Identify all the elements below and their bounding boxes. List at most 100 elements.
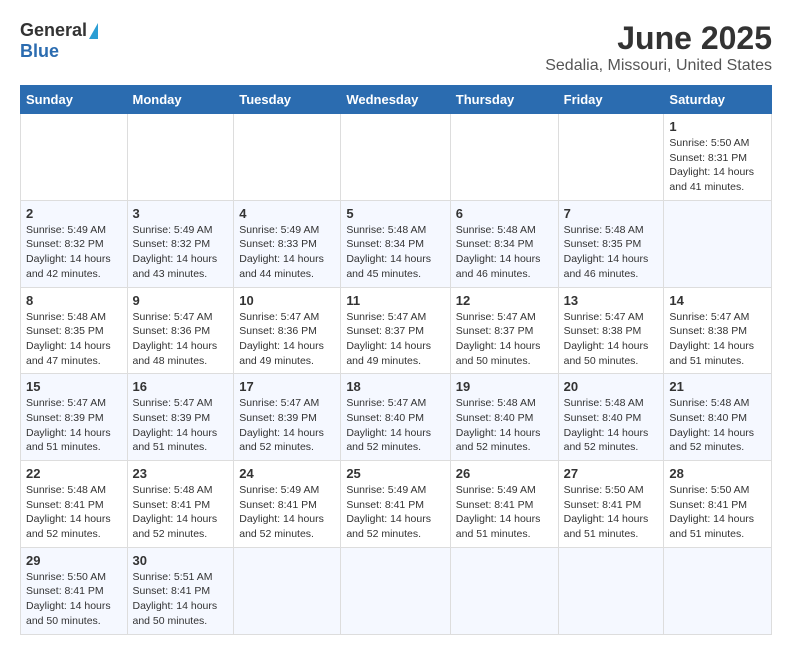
table-row [341, 547, 450, 634]
daylight-hours: and 47 minutes. [26, 354, 122, 369]
col-thursday: Thursday [450, 86, 558, 114]
daylight-hours: and 41 minutes. [669, 180, 766, 195]
sunset-text: Sunset: 8:35 PM [564, 237, 659, 252]
table-row: 2Sunrise: 5:49 AMSunset: 8:32 PMDaylight… [21, 200, 128, 287]
day-info: Sunrise: 5:51 AMSunset: 8:41 PMDaylight:… [133, 570, 229, 629]
table-row: 25Sunrise: 5:49 AMSunset: 8:41 PMDayligh… [341, 461, 450, 548]
sunset-text: Sunset: 8:37 PM [456, 324, 553, 339]
table-row: 14Sunrise: 5:47 AMSunset: 8:38 PMDayligh… [664, 287, 772, 374]
sunset-text: Sunset: 8:32 PM [133, 237, 229, 252]
day-number: 11 [346, 293, 444, 308]
day-info: Sunrise: 5:48 AMSunset: 8:34 PMDaylight:… [456, 223, 553, 282]
table-row: 5Sunrise: 5:48 AMSunset: 8:34 PMDaylight… [341, 200, 450, 287]
table-row: 24Sunrise: 5:49 AMSunset: 8:41 PMDayligh… [234, 461, 341, 548]
daylight-hours: and 48 minutes. [133, 354, 229, 369]
sunrise-text: Sunrise: 5:50 AM [669, 136, 766, 151]
table-row [664, 200, 772, 287]
sunrise-text: Sunrise: 5:48 AM [456, 223, 553, 238]
table-row [234, 547, 341, 634]
daylight-label: Daylight: 14 hours [456, 252, 553, 267]
table-row: 7Sunrise: 5:48 AMSunset: 8:35 PMDaylight… [558, 200, 664, 287]
calendar-week-row: 29Sunrise: 5:50 AMSunset: 8:41 PMDayligh… [21, 547, 772, 634]
table-row [450, 114, 558, 201]
table-row: 12Sunrise: 5:47 AMSunset: 8:37 PMDayligh… [450, 287, 558, 374]
daylight-label: Daylight: 14 hours [239, 339, 335, 354]
logo: General Blue [20, 20, 98, 62]
day-info: Sunrise: 5:48 AMSunset: 8:35 PMDaylight:… [26, 310, 122, 369]
day-number: 28 [669, 466, 766, 481]
daylight-label: Daylight: 14 hours [346, 512, 444, 527]
daylight-label: Daylight: 14 hours [564, 339, 659, 354]
daylight-hours: and 52 minutes. [669, 440, 766, 455]
sunrise-text: Sunrise: 5:48 AM [133, 483, 229, 498]
sunset-text: Sunset: 8:41 PM [239, 498, 335, 513]
day-number: 7 [564, 206, 659, 221]
sunset-text: Sunset: 8:38 PM [669, 324, 766, 339]
day-number: 13 [564, 293, 659, 308]
sunrise-text: Sunrise: 5:47 AM [346, 396, 444, 411]
day-info: Sunrise: 5:47 AMSunset: 8:37 PMDaylight:… [346, 310, 444, 369]
table-row [558, 547, 664, 634]
sunrise-text: Sunrise: 5:48 AM [346, 223, 444, 238]
calendar-week-row: 15Sunrise: 5:47 AMSunset: 8:39 PMDayligh… [21, 374, 772, 461]
table-row [341, 114, 450, 201]
day-info: Sunrise: 5:49 AMSunset: 8:41 PMDaylight:… [239, 483, 335, 542]
day-number: 2 [26, 206, 122, 221]
table-row: 10Sunrise: 5:47 AMSunset: 8:36 PMDayligh… [234, 287, 341, 374]
sunrise-text: Sunrise: 5:49 AM [133, 223, 229, 238]
daylight-hours: and 50 minutes. [26, 614, 122, 629]
daylight-hours: and 42 minutes. [26, 267, 122, 282]
day-info: Sunrise: 5:48 AMSunset: 8:41 PMDaylight:… [26, 483, 122, 542]
sunrise-text: Sunrise: 5:47 AM [669, 310, 766, 325]
day-number: 8 [26, 293, 122, 308]
col-friday: Friday [558, 86, 664, 114]
daylight-label: Daylight: 14 hours [26, 426, 122, 441]
table-row: 1Sunrise: 5:50 AMSunset: 8:31 PMDaylight… [664, 114, 772, 201]
sunrise-text: Sunrise: 5:48 AM [564, 396, 659, 411]
page-subtitle: Sedalia, Missouri, United States [545, 57, 772, 75]
day-info: Sunrise: 5:50 AMSunset: 8:41 PMDaylight:… [26, 570, 122, 629]
daylight-hours: and 52 minutes. [239, 440, 335, 455]
daylight-hours: and 46 minutes. [456, 267, 553, 282]
daylight-hours: and 50 minutes. [133, 614, 229, 629]
sunset-text: Sunset: 8:39 PM [26, 411, 122, 426]
sunrise-text: Sunrise: 5:48 AM [669, 396, 766, 411]
day-info: Sunrise: 5:49 AMSunset: 8:32 PMDaylight:… [133, 223, 229, 282]
daylight-hours: and 52 minutes. [346, 440, 444, 455]
logo-triangle-icon [89, 23, 98, 39]
sunset-text: Sunset: 8:38 PM [564, 324, 659, 339]
day-number: 25 [346, 466, 444, 481]
day-number: 10 [239, 293, 335, 308]
logo-blue-text: Blue [20, 41, 59, 61]
table-row: 8 Sunrise: 5:48 AMSunset: 8:35 PMDaylight… [21, 287, 128, 374]
daylight-label: Daylight: 14 hours [456, 426, 553, 441]
sunrise-text: Sunrise: 5:49 AM [239, 483, 335, 498]
table-row: 9Sunrise: 5:47 AMSunset: 8:36 PMDaylight… [127, 287, 234, 374]
day-number: 15 [26, 379, 122, 394]
sunrise-text: Sunrise: 5:49 AM [346, 483, 444, 498]
sunset-text: Sunset: 8:41 PM [456, 498, 553, 513]
sunrise-text: Sunrise: 5:50 AM [564, 483, 659, 498]
sunset-text: Sunset: 8:36 PM [239, 324, 335, 339]
sunset-text: Sunset: 8:32 PM [26, 237, 122, 252]
day-number: 27 [564, 466, 659, 481]
sunset-text: Sunset: 8:41 PM [26, 584, 122, 599]
sunset-text: Sunset: 8:39 PM [133, 411, 229, 426]
day-number: 9 [133, 293, 229, 308]
col-sunday: Sunday [21, 86, 128, 114]
daylight-label: Daylight: 14 hours [133, 512, 229, 527]
logo-general-text: General [20, 20, 87, 41]
daylight-label: Daylight: 14 hours [564, 252, 659, 267]
day-number: 23 [133, 466, 229, 481]
daylight-hours: and 43 minutes. [133, 267, 229, 282]
table-row: 4Sunrise: 5:49 AMSunset: 8:33 PMDaylight… [234, 200, 341, 287]
sunrise-text: Sunrise: 5:47 AM [26, 396, 122, 411]
daylight-label: Daylight: 14 hours [239, 252, 335, 267]
sunrise-text: Sunrise: 5:47 AM [564, 310, 659, 325]
table-row: 11 Sunrise: 5:47 AMSunset: 8:37 PMDayligh… [341, 287, 450, 374]
day-number: 14 [669, 293, 766, 308]
day-number: 3 [133, 206, 229, 221]
sunrise-text: Sunrise: 5:49 AM [239, 223, 335, 238]
table-row: 19Sunrise: 5:48 AMSunset: 8:40 PMDayligh… [450, 374, 558, 461]
table-row [21, 114, 128, 201]
